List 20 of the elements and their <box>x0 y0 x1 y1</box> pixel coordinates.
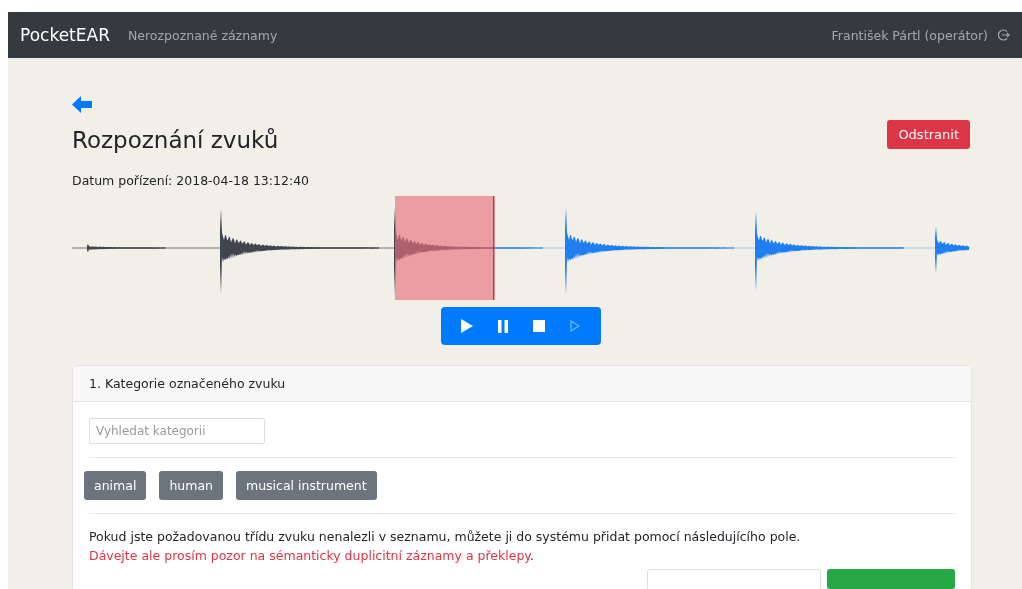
category-tag[interactable]: animal <box>84 471 147 500</box>
stop-icon <box>533 320 545 332</box>
category-tag[interactable]: musical instrument <box>236 471 377 500</box>
recording-date: Datum pořízení: 2018-04-18 13:12:40 <box>72 173 311 188</box>
warning-text: Dávejte ale prosím pozor na sémanticky duplicitní záznamy a překlepy. <box>89 547 535 565</box>
new-category-field[interactable] <box>647 569 821 589</box>
logout-icon[interactable] <box>998 29 1010 41</box>
category-tag[interactable]: human <box>159 471 223 500</box>
back-arrow-icon[interactable] <box>72 96 92 113</box>
card-header: 1. Kategorie označeného zvuku <box>73 366 971 402</box>
nav-link[interactable]: Nerozpoznané záznamy <box>127 27 278 43</box>
search-field[interactable]: Vyhledat kategorii <box>89 418 265 444</box>
brand[interactable]: PocketEAR <box>20 25 110 45</box>
page-title: Rozpoznání zvuků <box>72 127 279 153</box>
play-outline-icon <box>570 320 580 332</box>
play-icon <box>461 319 473 333</box>
pause-icon <box>498 319 508 333</box>
user-name[interactable]: František Pártl (operátor) <box>831 27 988 43</box>
delete-button[interactable]: Odstranit <box>887 120 970 149</box>
info-text: Pokud jste požadovanou třídu zvuku nenalezli v seznamu, můžete ji do systému přidat pomocí následujícího pole. <box>89 528 802 546</box>
